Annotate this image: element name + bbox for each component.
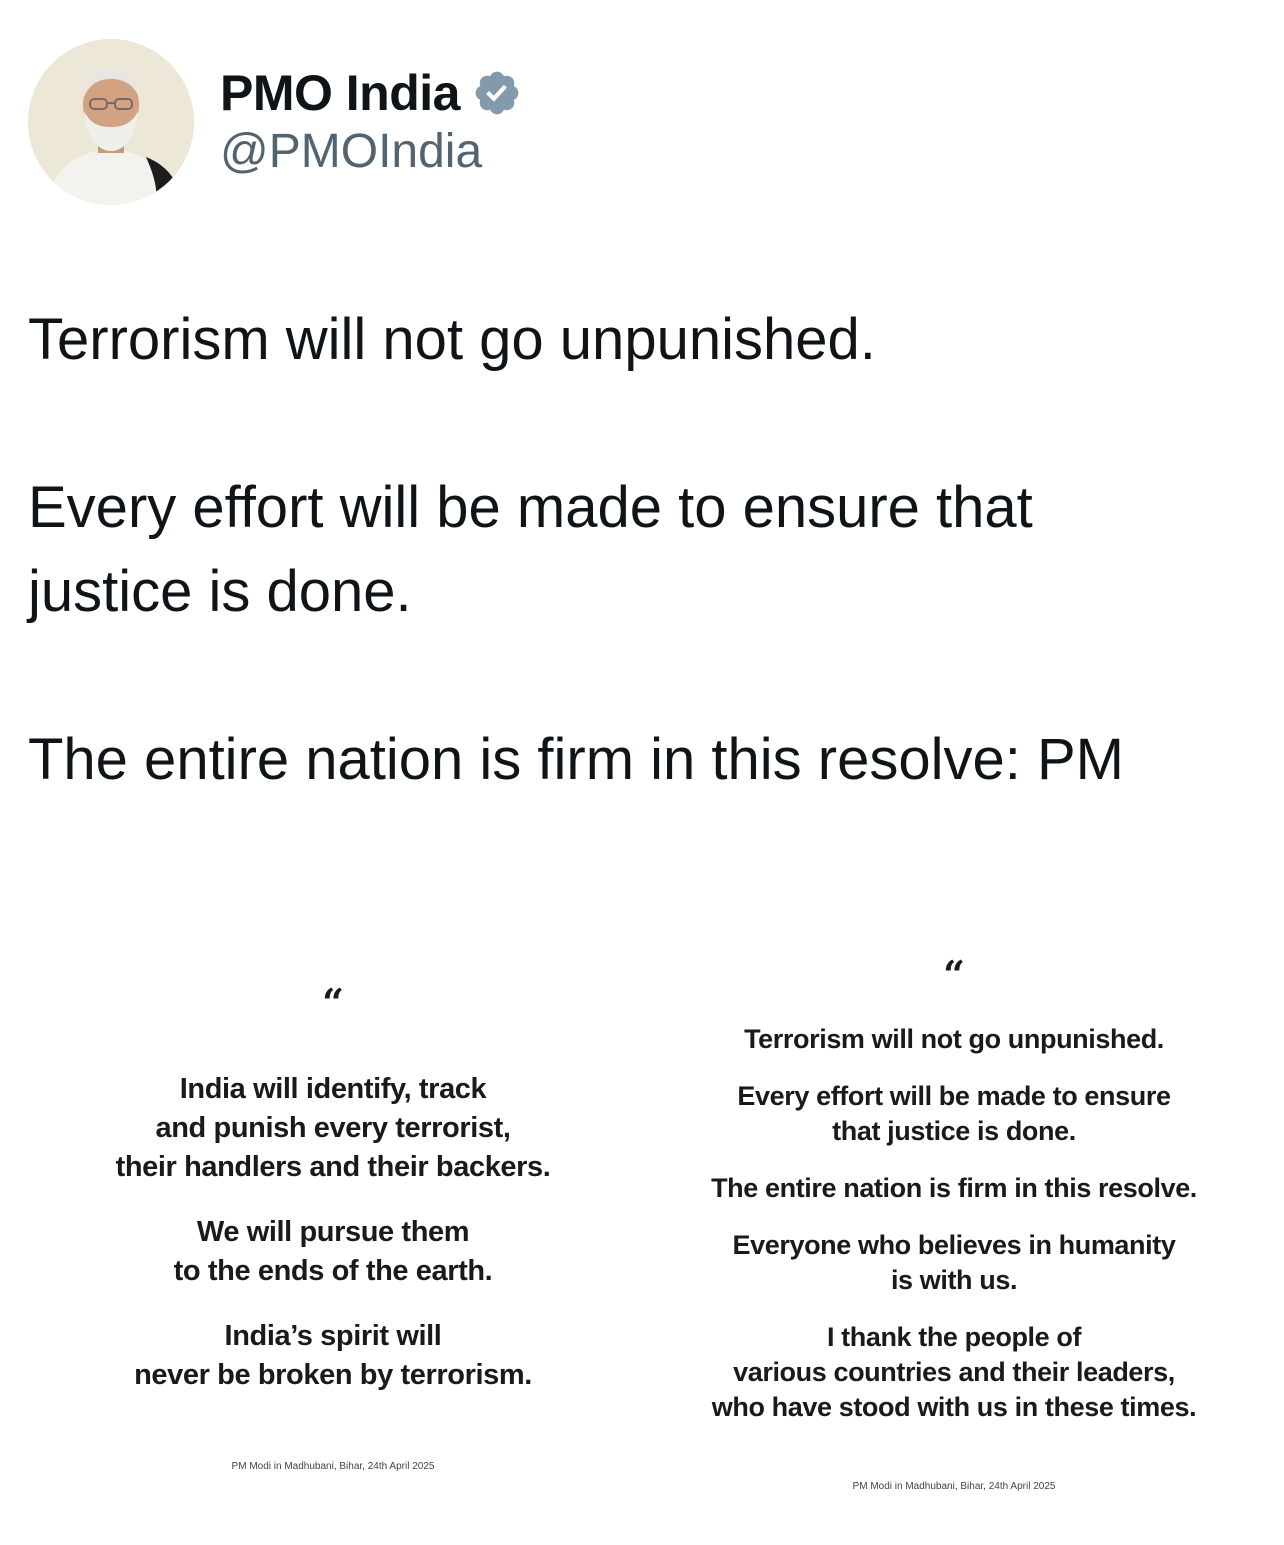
quote-card-right: “ Terrorism will not go unpunished. Ever… bbox=[652, 952, 1256, 1493]
quote-paragraph: India’s spirit will never be broken by t… bbox=[134, 1320, 532, 1391]
tweet-text: Terrorism will not go unpunished. Every … bbox=[28, 298, 1268, 802]
quote-paragraph: We will pursue them to the ends of the e… bbox=[173, 1216, 493, 1287]
quote-paragraph: I thank the people of various countries … bbox=[711, 1322, 1197, 1422]
account-names: PMO India @PMOIndia bbox=[220, 64, 522, 180]
quote-mark-icon: “ bbox=[322, 980, 344, 1025]
quote-paragraph: Every effort will be made to ensure that… bbox=[737, 1081, 1171, 1146]
image-credit: PM Modi in Madhubani, Bihar, 24th April … bbox=[852, 1481, 1056, 1492]
tweet-line: Terrorism will not go unpunished. bbox=[28, 307, 876, 372]
tweet-image-left[interactable]: “ India will identify, track and punish … bbox=[28, 930, 638, 1510]
tweet-line: Every effort will be made to ensure that bbox=[28, 475, 1033, 540]
quote-card-left: “ India will identify, track and punish … bbox=[28, 980, 638, 1473]
tweet-header: PMO India @PMOIndia bbox=[28, 38, 522, 206]
verified-badge-icon[interactable] bbox=[472, 68, 522, 118]
display-name[interactable]: PMO India bbox=[220, 64, 460, 122]
tweet-line: justice is done. bbox=[28, 559, 412, 624]
quote-paragraph: Terrorism will not go unpunished. bbox=[744, 1024, 1164, 1054]
tweet-image-right[interactable]: “ Terrorism will not go unpunished. Ever… bbox=[652, 930, 1256, 1510]
profile-photo-icon bbox=[28, 39, 194, 205]
quote-paragraph: India will identify, track and punish ev… bbox=[115, 1073, 551, 1183]
tweet-line: The entire nation is firm in this resolv… bbox=[28, 727, 1124, 792]
quote-mark-icon: “ bbox=[943, 952, 965, 997]
image-credit: PM Modi in Madhubani, Bihar, 24th April … bbox=[231, 1461, 435, 1472]
display-name-row: PMO India bbox=[220, 64, 522, 122]
avatar[interactable] bbox=[28, 39, 194, 205]
account-handle[interactable]: @PMOIndia bbox=[220, 124, 522, 180]
quote-paragraph: Everyone who believes in humanity is wit… bbox=[732, 1230, 1176, 1295]
quote-paragraph: The entire nation is firm in this resolv… bbox=[711, 1173, 1197, 1203]
